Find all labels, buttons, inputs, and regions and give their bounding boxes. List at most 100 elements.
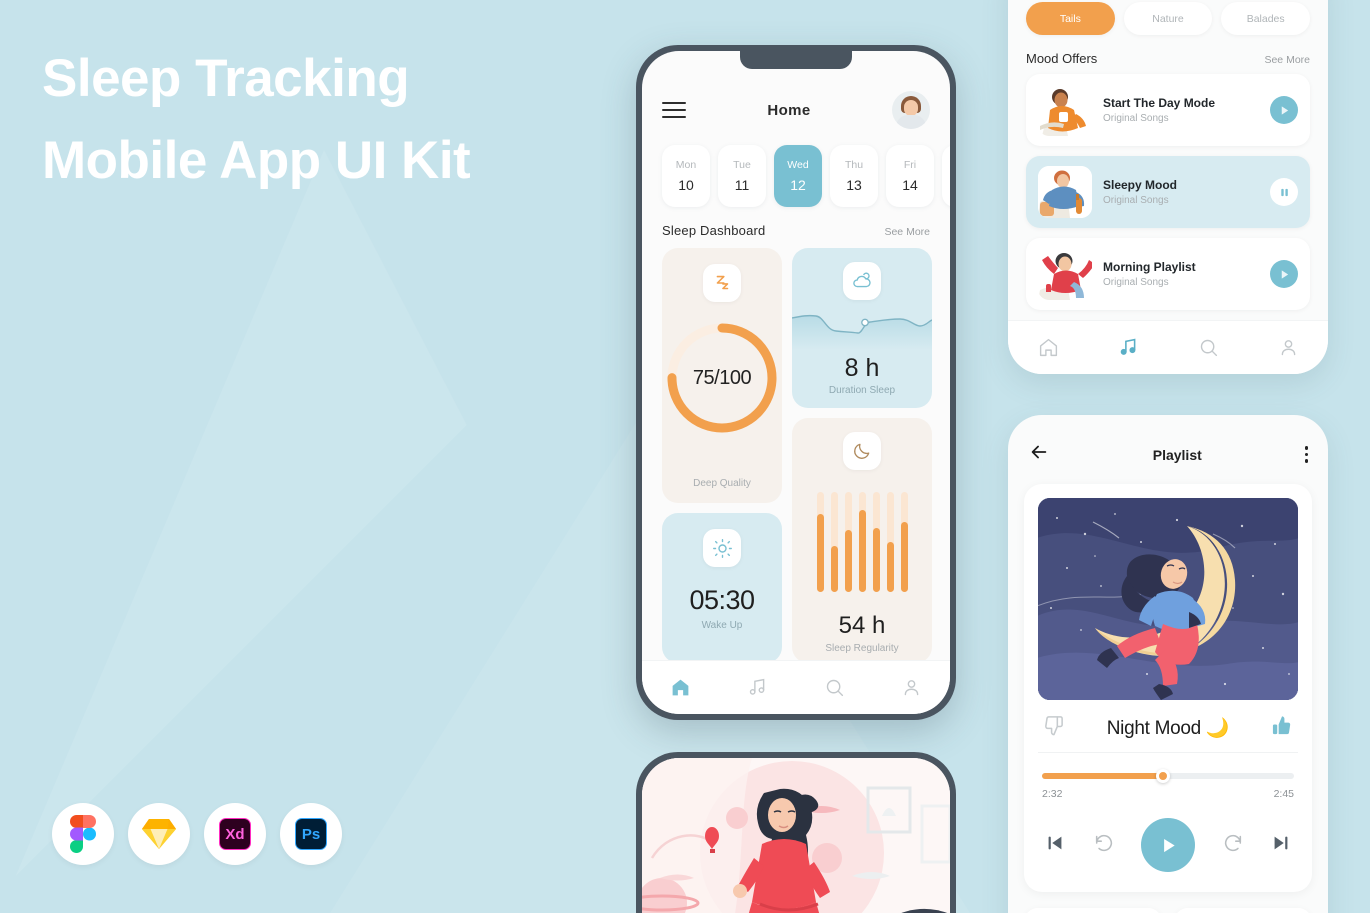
thumbs-down-icon[interactable] [1042,714,1065,742]
chip-tails[interactable]: Tails [1026,2,1115,35]
quality-label: Deep Quality [693,478,751,489]
bar-track [816,492,824,592]
day-selector[interactable]: Mon 10 Tue 11 Wed 12 Thu 13 Fri 14 Sat 1… [642,129,950,207]
home-phone-mockup: Home Mon 10 Tue 11 Wed 12 Thu 13 Fri 14 … [636,45,956,720]
day-label: Wed [787,159,809,171]
related-cards-row [1008,892,1328,913]
mood-item-title: Sleepy Mood [1103,178,1178,192]
wake-up-card[interactable]: 05:30 Wake Up [662,513,782,663]
quality-value: 75/100 [692,366,752,389]
dreaming-woman-illustration [642,758,950,913]
seek-area: 2:32 2:45 [1038,752,1298,800]
related-card-right[interactable] [1174,908,1312,913]
related-card-left[interactable] [1024,908,1162,913]
play-button[interactable] [1141,818,1195,872]
mood-section-title: Mood Offers [1026,51,1098,66]
sun-icon [703,529,741,567]
adobe-xd-icon: Xd [204,803,266,865]
day-chip-wed[interactable]: Wed 12 [774,145,822,207]
dream-illustration-screen [642,758,950,913]
day-number: 10 [678,177,694,193]
music-icon[interactable] [747,677,768,698]
background-watermark [0,150,720,913]
bar-track [872,492,880,592]
user-avatar[interactable] [892,91,930,129]
bar-track [886,492,894,592]
home-icon[interactable] [1038,337,1059,358]
ps-label: Ps [295,818,327,850]
bottom-tabbar [642,660,950,714]
duration-sleep-card[interactable]: 8 h Duration Sleep [792,248,932,408]
list-item[interactable]: Sleepy Mood Original Songs [1026,156,1310,228]
album-art [1038,498,1298,700]
arrow-left-icon[interactable] [1028,441,1050,468]
progress-knob[interactable] [1155,769,1170,783]
page-title: Sleep Tracking Mobile App UI Kit [42,38,602,202]
deep-quality-card[interactable]: 75/100 Deep Quality [662,248,782,503]
screen-title: Home [767,101,811,119]
moon-icon [843,432,881,470]
day-number: 14 [902,177,918,193]
song-title: Night Mood 🌙 [1106,718,1230,739]
thumbnail-start-the-day [1038,84,1092,136]
day-label: Mon [675,159,697,171]
play-button[interactable] [1270,260,1298,288]
day-label: Fri [903,159,917,171]
progress-slider[interactable] [1042,769,1294,783]
user-icon[interactable] [901,677,922,698]
mood-item-meta: Sleepy Mood Original Songs [1103,178,1259,206]
pause-button[interactable] [1270,178,1298,206]
day-chip-mon[interactable]: Mon 10 [662,145,710,207]
hamburger-icon[interactable] [662,102,686,118]
category-chips: Tails Nature Balades [1008,0,1328,35]
day-number: 11 [734,177,750,193]
see-more-link[interactable]: See More [884,226,930,238]
chip-balades[interactable]: Balades [1221,2,1311,35]
play-button[interactable] [1270,96,1298,124]
dream-phone-mockup [636,752,956,913]
skip-back-icon[interactable] [1044,832,1066,859]
search-icon[interactable] [1198,337,1219,358]
photoshop-icon: Ps [280,803,342,865]
day-chip-fri[interactable]: Fri 14 [886,145,934,207]
home-icon[interactable] [670,677,691,698]
search-icon[interactable] [824,677,845,698]
regularity-label: Sleep Regularity [825,643,899,654]
phone-notch [740,51,852,69]
elapsed-time: 2:32 [1042,788,1063,800]
playlist-header: Playlist [1008,415,1328,468]
day-chip-sat[interactable]: Sat 15 [942,145,950,207]
skip-forward-icon[interactable] [1270,832,1292,859]
mood-section-header: Mood Offers See More [1008,35,1328,74]
day-chip-tue[interactable]: Tue 11 [718,145,766,207]
player-card: Night Mood 🌙 2:32 2:45 [1024,484,1312,892]
day-chip-thu[interactable]: Thu 13 [830,145,878,207]
list-item[interactable]: Start The Day Mode Original Songs [1026,74,1310,146]
music-icon[interactable] [1118,337,1139,358]
thumbs-up-icon[interactable] [1271,714,1294,742]
rotate-cw-icon[interactable] [1222,832,1244,859]
playback-controls [1038,800,1298,878]
mood-item-title: Start The Day Mode [1103,96,1216,110]
figma-icon [52,803,114,865]
day-label: Thu [844,159,864,171]
bar-track [858,492,866,592]
kebab-menu-icon[interactable] [1304,446,1308,463]
sleep-regularity-card[interactable]: 54 h Sleep Regularity [792,418,932,663]
title-line-1: Sleep Tracking [42,49,410,108]
list-item[interactable]: Morning Playlist Original Songs [1026,238,1310,310]
regularity-value: 54 h [838,612,886,639]
mood-item-subtitle: Original Songs [1103,195,1169,206]
regularity-bar-chart [816,492,908,592]
day-number: 13 [846,177,862,193]
dashboard-cards: 75/100 Deep Quality 05:30 Wake Up 8 h Du… [642,248,950,663]
woman-on-crescent-moon-illustration [1038,498,1298,700]
rotate-ccw-icon[interactable] [1093,832,1115,859]
playlist-title: Playlist [1152,446,1202,463]
wake-up-value: 05:30 [689,585,755,615]
chip-nature[interactable]: Nature [1123,2,1213,35]
duration-label: Duration Sleep [828,385,896,396]
progress-fill [1042,773,1163,779]
mood-see-more-link[interactable]: See More [1264,54,1310,66]
user-icon[interactable] [1278,337,1299,358]
